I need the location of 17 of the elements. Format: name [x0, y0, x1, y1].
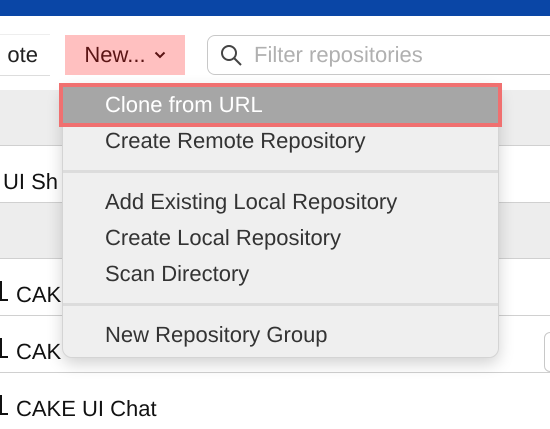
- tree-connector-icon: [0, 395, 8, 415]
- new-dropdown-button[interactable]: New...: [65, 35, 185, 75]
- menu-item[interactable]: New Repository Group: [63, 317, 498, 353]
- repository-name[interactable]: CAKE UI Chat: [16, 396, 157, 422]
- repository-name[interactable]: UI Sh: [3, 169, 58, 195]
- chevron-down-icon: [154, 51, 166, 59]
- menu-item[interactable]: Add Existing Local Repository: [63, 184, 498, 220]
- tree-connector-icon: [0, 281, 8, 301]
- search-icon: [219, 43, 243, 67]
- tree-connector-icon: [0, 338, 8, 358]
- toolbar-button[interactable]: ote: [0, 34, 50, 76]
- menu-item[interactable]: Create Remote Repository: [63, 123, 498, 159]
- repository-name[interactable]: CAK: [16, 282, 62, 308]
- menu-item[interactable]: Create Local Repository: [63, 220, 498, 256]
- search-field[interactable]: Filter repositories: [207, 35, 550, 75]
- repository-name[interactable]: CAK: [16, 339, 62, 365]
- menu-item[interactable]: Scan Directory: [63, 256, 498, 292]
